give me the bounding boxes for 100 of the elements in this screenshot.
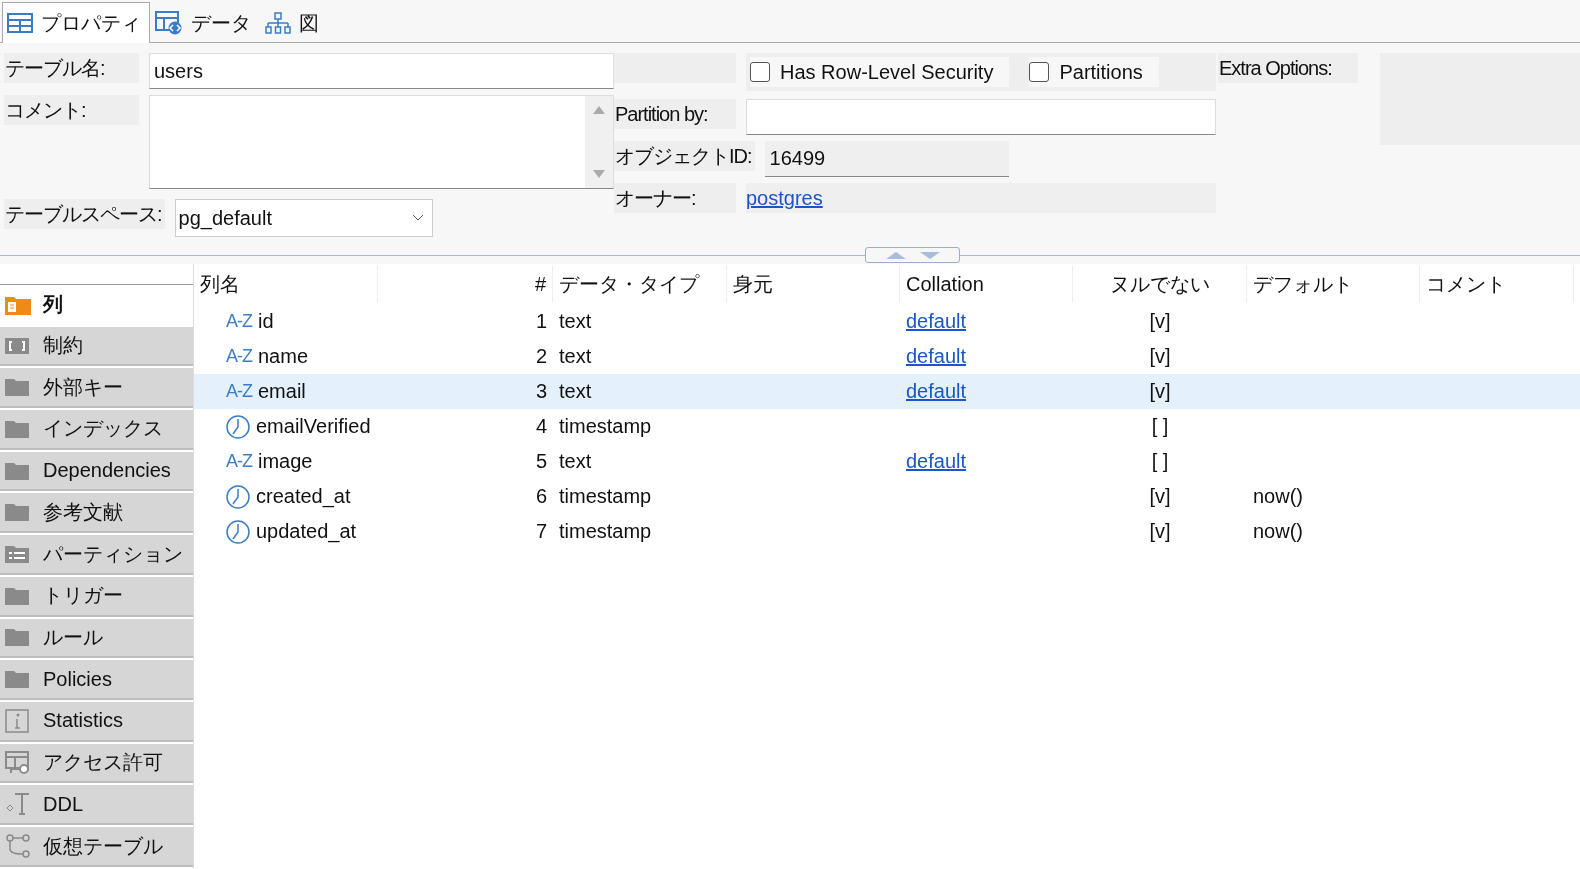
- table-cell: 4: [535, 415, 547, 438]
- column-header[interactable]: ヌルでない: [1073, 266, 1247, 302]
- column-header[interactable]: デフォルト: [1247, 266, 1420, 302]
- hierarchy-icon: [265, 12, 291, 34]
- type-label: A-Z: [226, 451, 252, 472]
- sidebar-item[interactable]: アクセス許可: [0, 743, 193, 784]
- folder-icon: [5, 294, 31, 315]
- sidebar-item[interactable]: トリガー: [0, 576, 193, 617]
- list-icon: [5, 544, 31, 565]
- clock-icon: [226, 414, 250, 439]
- splitter-toggle[interactable]: [865, 247, 960, 263]
- sidebar-item[interactable]: 参考文献: [0, 493, 193, 534]
- tab[interactable]: 図: [260, 2, 328, 43]
- tab[interactable]: データ: [150, 2, 260, 43]
- table-cell: 1: [535, 310, 547, 333]
- clock-icon: [226, 519, 250, 544]
- table-key-icon: [5, 750, 31, 775]
- owner-link[interactable]: postgres: [746, 186, 823, 210]
- table-cell: now(): [1253, 485, 1303, 508]
- table-cell: text: [559, 310, 592, 333]
- partition-by-field[interactable]: [746, 99, 1216, 135]
- folder-icon: [5, 585, 31, 606]
- column-header[interactable]: 身元: [727, 266, 900, 302]
- column-header[interactable]: コメント: [1420, 266, 1574, 302]
- sidebar-item[interactable]: インデックス: [0, 410, 193, 450]
- tab[interactable]: プロパティ: [2, 2, 150, 43]
- table-cell: updated_at: [256, 520, 357, 543]
- table-row[interactable]: A-Z email 3 text default [v]: [194, 374, 1580, 409]
- table-cell: name: [258, 345, 309, 368]
- table-cell: [v]: [1149, 485, 1171, 508]
- folder-icon: [5, 627, 31, 648]
- folder-icon: [5, 669, 31, 690]
- table-cell: email: [258, 380, 306, 403]
- field-label: オブジェクトID:: [614, 141, 755, 171]
- table-code-icon: [155, 11, 183, 35]
- table-cell: created_at: [256, 485, 351, 508]
- table-name-field[interactable]: users: [149, 53, 614, 89]
- table-cell: 2: [535, 345, 547, 368]
- field-label: テーブルスペース:: [4, 199, 165, 229]
- column-header[interactable]: 列名: [194, 266, 378, 302]
- table-cell: timestamp: [559, 485, 652, 508]
- table-cell: 6: [535, 485, 547, 508]
- table-cell: [v]: [1149, 345, 1171, 368]
- table-cell: emailVerified: [256, 415, 371, 438]
- table-cell: text: [559, 345, 592, 368]
- sidebar-item[interactable]: Dependencies: [0, 451, 193, 492]
- collation-link[interactable]: default: [906, 450, 967, 473]
- checkbox[interactable]: Partitions: [1029, 57, 1159, 87]
- table-icon: [7, 13, 33, 33]
- tablespace-dropdown[interactable]: pg_default: [174, 199, 433, 237]
- column-header[interactable]: #: [378, 266, 553, 302]
- folder-icon: [5, 502, 31, 523]
- field-label: Partition by:: [614, 99, 736, 129]
- table-cell: text: [559, 450, 592, 473]
- scroll-up-icon[interactable]: [593, 106, 605, 114]
- table-cell: 3: [535, 380, 547, 403]
- folder-icon: [5, 460, 31, 481]
- table-cell: now(): [1253, 520, 1303, 543]
- sidebar-item[interactable]: Policies: [0, 660, 193, 701]
- table-cell: text: [559, 380, 592, 403]
- text-tool-icon: [5, 792, 31, 817]
- table-cell: timestamp: [559, 520, 652, 543]
- sidebar-item[interactable]: 仮想テーブル: [0, 827, 193, 867]
- object-id-field: 16499: [764, 141, 1009, 177]
- table-cell: id: [258, 310, 274, 333]
- sidebar-item[interactable]: Statistics: [0, 702, 193, 742]
- type-label: A-Z: [226, 311, 252, 332]
- type-label: A-Z: [226, 346, 252, 367]
- triangle-up-icon: [885, 251, 906, 259]
- collation-link[interactable]: default: [906, 345, 967, 368]
- sidebar-item[interactable]: 外部キー: [0, 368, 193, 408]
- triangle-down-icon: [919, 251, 940, 259]
- table-cell: [ ]: [1151, 415, 1169, 438]
- sidebar-item[interactable]: ルール: [0, 618, 193, 659]
- chevron-down-icon: [411, 214, 424, 222]
- clock-icon: [226, 484, 250, 509]
- checkbox[interactable]: Has Row-Level Security: [750, 57, 1010, 87]
- scroll-down-icon[interactable]: [593, 170, 605, 178]
- collation-link[interactable]: default: [906, 380, 967, 403]
- table-cell: [ ]: [1151, 450, 1169, 473]
- comment-field[interactable]: [149, 95, 614, 189]
- table-cell: image: [258, 450, 313, 473]
- field-label: テーブル名:: [4, 53, 139, 83]
- table-cell: [v]: [1149, 310, 1171, 333]
- table-cell: 5: [535, 450, 547, 473]
- field-label: オーナー:: [614, 183, 736, 213]
- sidebar-item[interactable]: DDL: [0, 785, 193, 826]
- collation-link[interactable]: default: [906, 310, 967, 333]
- table-cell: 7: [535, 520, 547, 543]
- type-label: A-Z: [226, 381, 252, 402]
- folder-icon: [5, 377, 31, 398]
- column-header[interactable]: Collation: [900, 266, 1073, 302]
- sidebar-item[interactable]: 制約: [0, 326, 193, 367]
- table-cell: [v]: [1149, 380, 1171, 403]
- column-header[interactable]: データ・タイプ: [553, 266, 727, 302]
- table-cell: [v]: [1149, 520, 1171, 543]
- nodes-icon: [5, 834, 31, 859]
- sidebar-item[interactable]: パーティション: [0, 535, 193, 575]
- folder-icon: [5, 418, 31, 439]
- field-label: Extra Options:: [1218, 53, 1358, 83]
